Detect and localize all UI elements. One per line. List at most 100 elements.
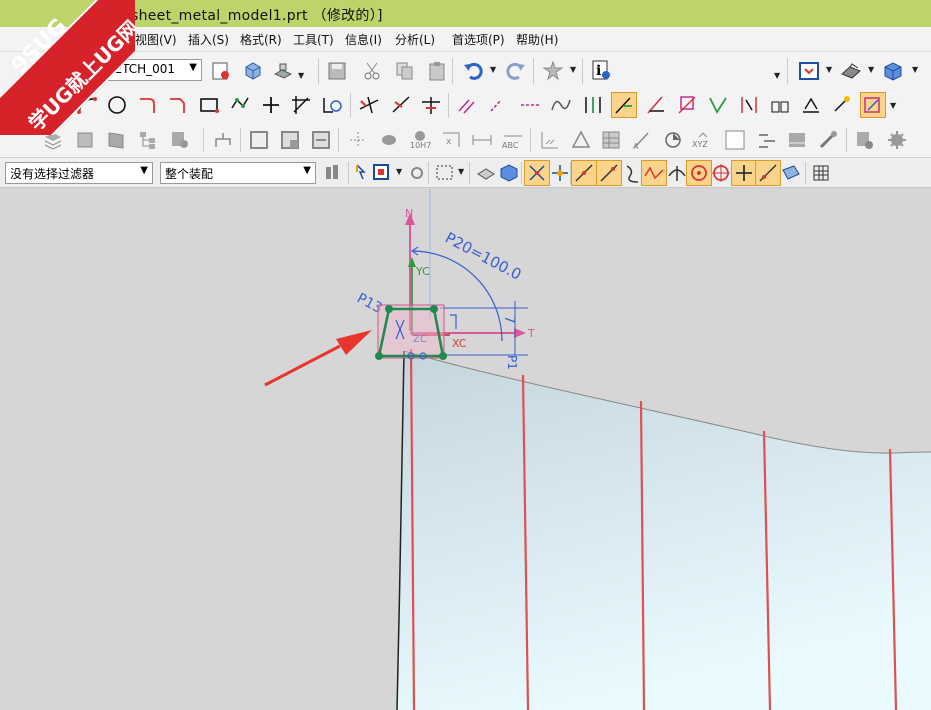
menu-help[interactable]: 帮助(H) [516, 31, 558, 48]
paste-button[interactable] [424, 58, 450, 84]
point-button[interactable] [258, 92, 284, 118]
sketch-options-button[interactable] [208, 58, 234, 84]
quick-extend-button[interactable] [388, 92, 414, 118]
graphics-window[interactable]: N T YC XC ZC P20=100.0 P13 7 P1 [0, 189, 931, 710]
dimension-button[interactable] [705, 92, 731, 118]
sketch-vertex[interactable] [385, 305, 393, 313]
snap-button[interactable] [404, 160, 430, 186]
circle-button[interactable] [104, 92, 130, 118]
settings-panel-button[interactable] [852, 127, 878, 153]
model-canvas[interactable]: N T YC XC ZC P20=100.0 P13 7 P1 [0, 189, 931, 710]
sketch-vertex[interactable] [439, 352, 447, 360]
lines-button[interactable] [754, 127, 780, 153]
brush-button[interactable] [815, 127, 841, 153]
reattach-button[interactable] [270, 58, 296, 84]
menu-format[interactable]: 格式(R) [240, 31, 282, 48]
table-button[interactable] [598, 127, 624, 153]
snap-curve-button[interactable] [571, 160, 597, 186]
book-button[interactable] [103, 127, 129, 153]
auto-constrain-button[interactable] [767, 92, 793, 118]
chevron-down-icon[interactable]: ▼ [826, 65, 832, 74]
selection-rectangle-button[interactable] [432, 160, 458, 186]
sketch-vertex[interactable] [430, 305, 438, 313]
datum-button[interactable]: x [438, 127, 464, 153]
alternate-solution-button[interactable] [860, 92, 886, 118]
layer-button[interactable] [40, 127, 66, 153]
repeat-command-button[interactable] [540, 58, 566, 84]
csys-button[interactable]: XYZ [690, 127, 716, 153]
p1-dimension-label[interactable]: P1 [505, 355, 519, 370]
menu-tools[interactable]: 工具(T) [293, 31, 334, 48]
undo-button[interactable] [460, 58, 486, 84]
chevron-down-icon[interactable]: ▼ [490, 65, 496, 74]
constraints-button[interactable] [736, 92, 762, 118]
view-front-button[interactable] [246, 127, 272, 153]
chevron-down-icon[interactable]: ▼ [912, 65, 918, 74]
project-curve-button[interactable] [611, 92, 637, 118]
leader-button[interactable]: A [629, 127, 655, 153]
tolerance-button[interactable]: 10H7 [407, 127, 433, 153]
quick-trim-button[interactable] [356, 92, 382, 118]
select-solid-button[interactable] [496, 160, 522, 186]
gear-button[interactable] [884, 127, 910, 153]
pattern-curve-button[interactable] [486, 92, 512, 118]
information-button[interactable]: i [588, 57, 614, 83]
sketch-name-select[interactable]: SKETCH_001 ▼ [94, 59, 202, 81]
rectangle-button[interactable] [196, 92, 222, 118]
snap-intersection-button[interactable] [731, 160, 757, 186]
hierarchy-button[interactable] [210, 127, 236, 153]
trim-button[interactable] [288, 92, 314, 118]
menu-view[interactable]: 视图(V) [135, 31, 177, 48]
redo-button[interactable] [503, 58, 529, 84]
spline-button[interactable] [548, 92, 574, 118]
orient-view-cube-button[interactable] [880, 58, 906, 84]
text-note-button[interactable]: ABC [500, 127, 526, 153]
mirror-curve-button[interactable] [517, 92, 543, 118]
sketch-vertex[interactable] [375, 352, 383, 360]
type-filter-select[interactable]: 没有选择过滤器 ▼ [5, 162, 153, 184]
chevron-down-icon[interactable]: ▼ [458, 167, 464, 176]
chevron-down-icon[interactable]: ▼ [868, 65, 874, 74]
menu-preferences[interactable]: 首选项(P) [452, 31, 505, 48]
snap-edge-button[interactable] [596, 160, 622, 186]
intersection-curve-button[interactable] [674, 92, 700, 118]
blank-button[interactable] [722, 127, 748, 153]
render-style-button[interactable] [838, 58, 864, 84]
hatch-button[interactable] [537, 127, 563, 153]
measure-button[interactable] [660, 127, 686, 153]
chevron-down-icon[interactable]: ▼ [570, 65, 576, 74]
settings-button[interactable] [167, 127, 193, 153]
chevron-down-icon[interactable]: ▼ [298, 71, 304, 80]
filter-settings-button[interactable] [321, 160, 347, 186]
select-feature-button[interactable] [369, 160, 395, 186]
menu-info[interactable]: 信息(I) [345, 31, 382, 48]
animate-dimension-button[interactable] [830, 92, 856, 118]
copy-button[interactable] [392, 58, 418, 84]
snap-on-face-button[interactable] [778, 160, 804, 186]
symbol-button[interactable] [376, 127, 402, 153]
sheet-button[interactable] [784, 127, 810, 153]
linear-dim-button[interactable] [469, 127, 495, 153]
orient-view-button[interactable] [240, 58, 266, 84]
snap-grid-button[interactable] [808, 160, 834, 186]
derived-lines-button[interactable] [580, 92, 606, 118]
menu-analysis[interactable]: 分析(L) [395, 31, 435, 48]
tree-button[interactable] [135, 127, 161, 153]
view-section-button[interactable] [277, 127, 303, 153]
offset-button[interactable] [319, 92, 345, 118]
view-detail-button[interactable] [308, 127, 334, 153]
show-constraints-button[interactable] [798, 92, 824, 118]
chamfer-button[interactable] [165, 92, 191, 118]
fit-view-button[interactable] [796, 58, 822, 84]
cut-button[interactable] [360, 58, 386, 84]
polygon-button[interactable] [227, 92, 253, 118]
make-corner-button[interactable] [418, 92, 444, 118]
triangle-button[interactable] [568, 127, 594, 153]
center-mark-button[interactable] [345, 127, 371, 153]
menu-insert[interactable]: 插入(S) [188, 31, 229, 48]
chevron-down-icon[interactable]: ▼ [890, 101, 896, 110]
stack-button[interactable] [72, 127, 98, 153]
chevron-down-icon[interactable]: ▼ [396, 167, 402, 176]
intersection-point-button[interactable] [643, 92, 669, 118]
arc-button[interactable] [74, 92, 100, 118]
